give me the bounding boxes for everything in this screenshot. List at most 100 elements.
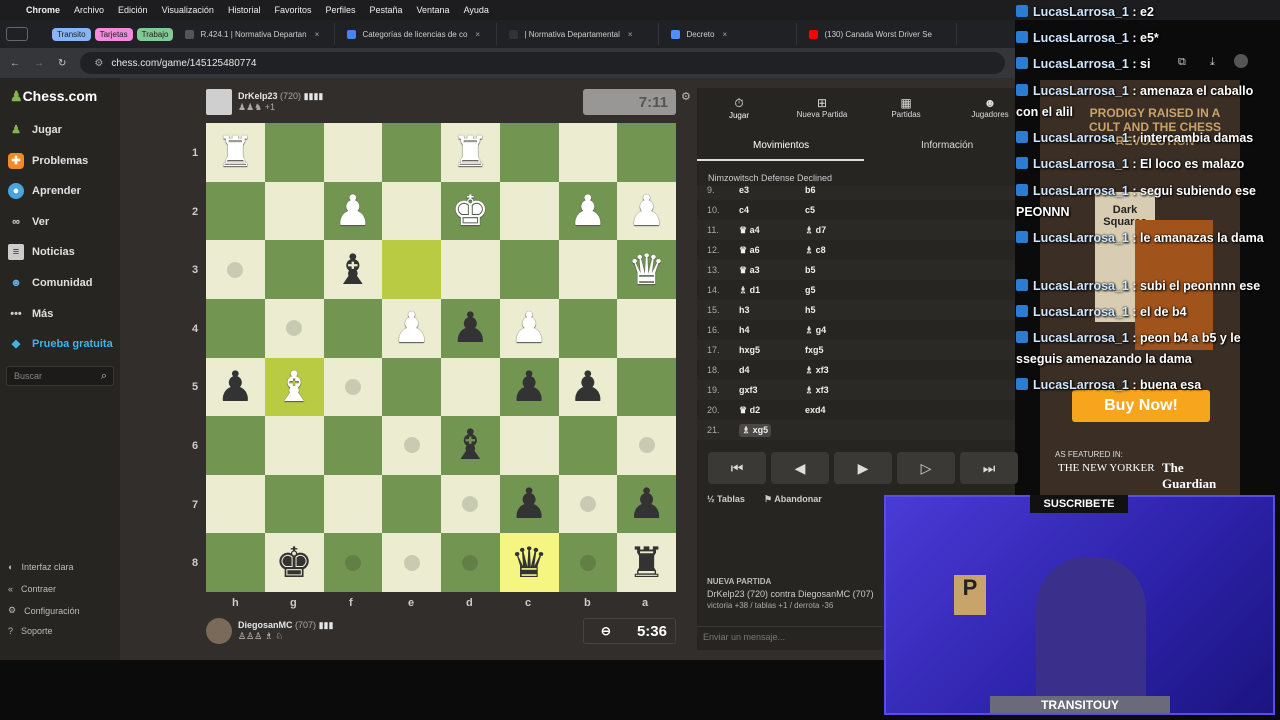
- board-square[interactable]: [558, 298, 618, 358]
- sidebar-item-prueba-gratuita[interactable]: ◆ Prueba gratuita: [8, 336, 113, 352]
- board-square[interactable]: [264, 181, 324, 241]
- board-square[interactable]: ♟: [323, 181, 383, 241]
- browser-tab[interactable]: Decreto ×: [663, 23, 798, 45]
- sidebar-item-ver[interactable]: ∞ Ver: [8, 214, 49, 230]
- menu-ayuda[interactable]: Ayuda: [464, 5, 489, 15]
- board-square[interactable]: [264, 474, 324, 534]
- white-bishop-icon[interactable]: ♝: [275, 365, 313, 408]
- subtab-informacion[interactable]: Información: [921, 140, 973, 151]
- legal-move-dot[interactable]: [462, 496, 479, 513]
- last-move-button[interactable]: ⏭: [960, 452, 1018, 484]
- white-rook-icon[interactable]: ♜: [217, 131, 255, 173]
- board-square[interactable]: ♜: [617, 533, 676, 592]
- black-pawn-icon[interactable]: ♟: [628, 483, 666, 525]
- white-move[interactable]: ♗ xg5: [739, 423, 772, 437]
- black-move[interactable]: b6: [805, 186, 816, 195]
- menu-ventana[interactable]: Ventana: [417, 5, 450, 15]
- black-bishop-icon[interactable]: ♝: [334, 248, 372, 291]
- white-pawn-icon[interactable]: ♟: [569, 189, 607, 232]
- black-move[interactable]: ♗ g4: [805, 325, 826, 336]
- black-move[interactable]: c5: [805, 205, 815, 215]
- board-square[interactable]: ♛: [617, 240, 676, 299]
- browser-tab[interactable]: (130) Canada Worst Driver Se: [801, 23, 958, 45]
- chess-board[interactable]: ♜ ♜ ♟ ♚ ♟ ♟ ♝ ♛ ♟ ♟ ♟ ♟ ♝ ♟ ♟ ♝ ♟ ♟ ♚ ♛ ♜: [206, 123, 676, 592]
- tab-nueva-partida[interactable]: ⊞ Nueva Partida: [782, 96, 862, 119]
- board-square[interactable]: [558, 240, 618, 299]
- black-move[interactable]: g5: [805, 285, 816, 295]
- tab-group-transito[interactable]: Transito: [52, 27, 91, 41]
- board-square[interactable]: [206, 416, 265, 475]
- board-square[interactable]: [499, 181, 559, 241]
- legal-move-dot[interactable]: [227, 261, 244, 278]
- menu-perfiles[interactable]: Perfiles: [325, 5, 355, 15]
- tab-jugar[interactable]: ⏱ Jugar: [699, 96, 779, 120]
- board-square[interactable]: ♟: [558, 181, 618, 241]
- board-square[interactable]: [323, 298, 383, 358]
- board-square[interactable]: [499, 240, 559, 299]
- black-move[interactable]: ♗ d7: [805, 225, 826, 236]
- black-move[interactable]: ♗ xf3: [805, 365, 829, 376]
- menu-historial[interactable]: Historial: [228, 5, 261, 15]
- menu-edicion[interactable]: Edición: [118, 5, 148, 15]
- black-move[interactable]: h5: [805, 305, 816, 315]
- browser-tab[interactable]: R.424.1 | Normativa Departan ×: [177, 23, 336, 45]
- avatar[interactable]: [206, 618, 232, 644]
- board-square[interactable]: [617, 298, 676, 358]
- white-move[interactable]: ♛ a6: [739, 245, 760, 256]
- board-square[interactable]: [264, 123, 324, 182]
- white-move[interactable]: e3: [739, 186, 749, 195]
- legal-move-dot[interactable]: [403, 554, 420, 571]
- black-move[interactable]: ♗ c8: [805, 245, 826, 256]
- board-square[interactable]: ♟: [206, 357, 265, 417]
- board-square[interactable]: [382, 416, 441, 475]
- board-square[interactable]: ♜: [206, 123, 265, 182]
- board-square[interactable]: [382, 240, 441, 299]
- board-square[interactable]: ♚: [264, 533, 324, 592]
- chat-input[interactable]: Enviar un mensaje...: [697, 626, 883, 646]
- board-square[interactable]: [323, 123, 383, 182]
- sidebar-item-problemas[interactable]: ✚ Problemas: [8, 153, 88, 169]
- opening-name[interactable]: Nimzowitsch Defense Declined: [708, 173, 832, 183]
- board-square[interactable]: [499, 123, 559, 182]
- black-pawn-icon[interactable]: ♟: [510, 365, 548, 408]
- search-icon[interactable]: ⌕: [101, 370, 107, 383]
- menu-pestana[interactable]: Pestaña: [369, 5, 402, 15]
- white-move[interactable]: gxf3: [739, 385, 758, 395]
- board-square[interactable]: ♜: [441, 123, 500, 182]
- white-pawn-icon[interactable]: ♟: [334, 189, 372, 232]
- white-move[interactable]: ♗ d1: [739, 285, 760, 296]
- first-move-button[interactable]: ⏮: [708, 452, 766, 484]
- legal-move-dot[interactable]: [403, 437, 420, 454]
- white-move[interactable]: ♛ a3: [739, 265, 760, 276]
- subtab-movimientos[interactable]: Movimientos: [753, 140, 809, 151]
- sidebar-item-jugar[interactable]: ♟ Jugar: [8, 122, 62, 138]
- board-square[interactable]: [206, 533, 265, 592]
- site-info-icon[interactable]: ⚙: [94, 58, 103, 69]
- close-icon[interactable]: ×: [475, 30, 480, 39]
- board-square[interactable]: ♟: [499, 298, 559, 358]
- legal-move-dot[interactable]: [638, 437, 655, 454]
- white-move[interactable]: h4: [739, 325, 750, 335]
- board-square[interactable]: ♛: [499, 533, 559, 592]
- white-move[interactable]: ♛ d2: [739, 405, 760, 416]
- search-input[interactable]: Buscar ⌕: [6, 366, 114, 386]
- board-square[interactable]: [206, 298, 265, 358]
- menu-visualizacion[interactable]: Visualización: [162, 5, 214, 15]
- close-icon[interactable]: ×: [722, 30, 727, 39]
- board-square[interactable]: [617, 416, 676, 475]
- black-pawn-icon[interactable]: ♟: [510, 483, 548, 525]
- board-square[interactable]: [264, 416, 324, 475]
- sidebar-configuracion[interactable]: ⚙ Configuración: [8, 605, 80, 616]
- previous-move-button[interactable]: ◀: [771, 452, 829, 484]
- board-square[interactable]: [264, 240, 324, 299]
- legal-move-dot[interactable]: [286, 320, 303, 337]
- board-square[interactable]: [441, 474, 500, 534]
- board-square[interactable]: ♝: [323, 240, 383, 299]
- white-pawn-icon[interactable]: ♟: [628, 189, 666, 232]
- board-square[interactable]: [323, 357, 383, 417]
- board-square[interactable]: [499, 416, 559, 475]
- sidebar-item-noticias[interactable]: ≡ Noticias: [8, 244, 75, 260]
- board-square[interactable]: [558, 123, 618, 182]
- board-square[interactable]: [558, 474, 618, 534]
- board-square[interactable]: ♟: [558, 357, 618, 417]
